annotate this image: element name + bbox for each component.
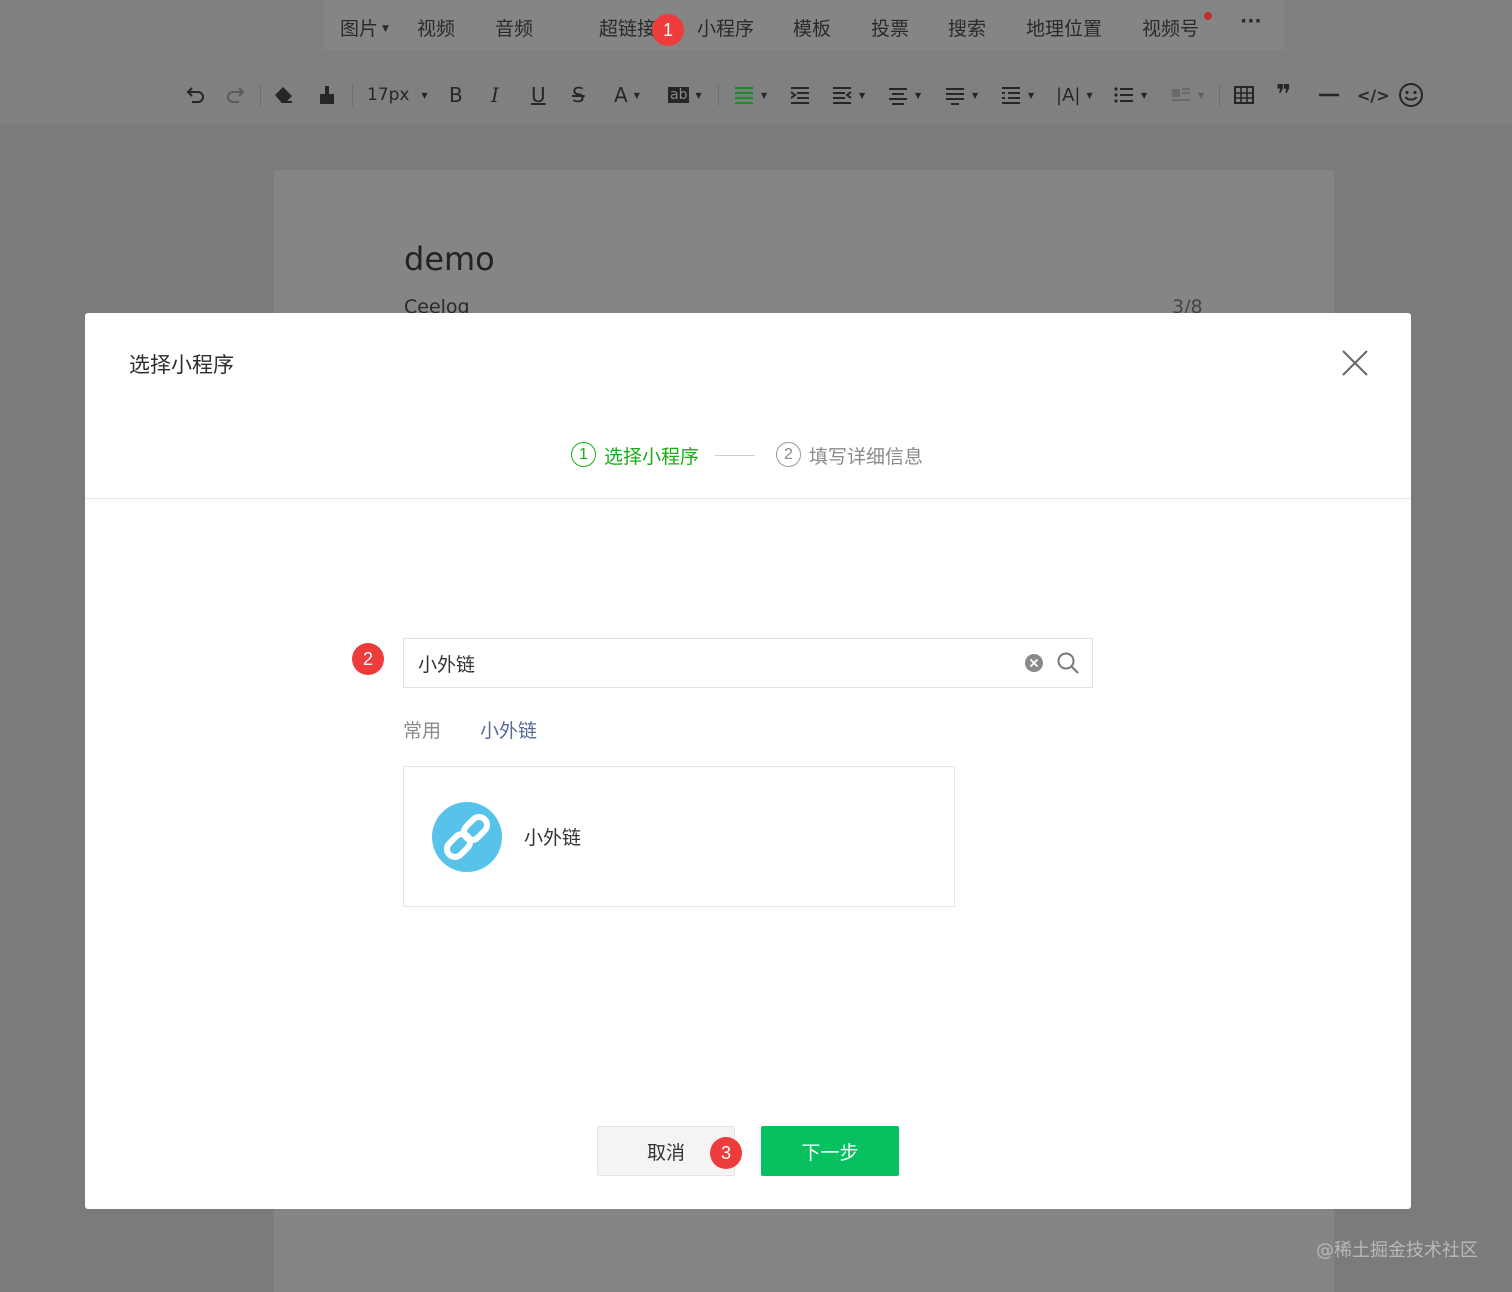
next-step-button[interactable]: 下一步 [761, 1126, 899, 1176]
miniprogram-search-input[interactable] [418, 639, 1008, 687]
caret-down-icon: ▼ [382, 24, 389, 34]
toolbar-divider [1219, 84, 1220, 106]
step-connector [715, 455, 755, 456]
caret-down-icon: ▼ [972, 90, 979, 100]
font-size-value: 17px [367, 85, 410, 105]
step-marker-1: 1 [652, 14, 684, 46]
clear-format-icon[interactable] [272, 82, 296, 108]
indent-right-icon[interactable]: ▼ [831, 82, 865, 108]
line-height-icon[interactable]: ▼ [944, 82, 978, 108]
dialog-title: 选择小程序 [129, 353, 234, 377]
background-color-button[interactable]: ab ▼ [668, 82, 702, 108]
format-painter-icon[interactable] [315, 82, 339, 108]
font-size-select[interactable]: 17px ▼ [367, 82, 428, 108]
insert-hyperlink[interactable]: 超链接 [599, 14, 656, 41]
new-dot-badge [1204, 12, 1212, 20]
bullet-list-icon[interactable]: ▼ [1113, 82, 1147, 108]
dialog-divider [85, 498, 1411, 499]
font-color-button[interactable]: A ▼ [614, 82, 640, 108]
insert-location[interactable]: 地理位置 [1026, 14, 1102, 41]
paragraph-spacing-icon[interactable]: ▼ [887, 82, 921, 108]
step-indicator: 1 选择小程序 2 填写详细信息 [85, 439, 1411, 473]
step-marker-3: 3 [710, 1137, 742, 1169]
insert-image-label: 图片 [340, 18, 379, 40]
search-icon[interactable] [1056, 651, 1080, 675]
select-miniprogram-dialog: 选择小程序 1 选择小程序 2 填写详细信息 2 常用 小外链 [85, 313, 1411, 1209]
blockquote-icon[interactable]: ❞ [1276, 80, 1291, 110]
align-justify-icon[interactable]: ▼ [733, 82, 767, 108]
insert-audio[interactable]: 音频 [495, 14, 533, 41]
document-title[interactable]: demo [404, 240, 495, 278]
tab-search-result[interactable]: 小外链 [480, 716, 537, 743]
strikethrough-button[interactable]: S [572, 82, 585, 108]
caret-down-icon: ▼ [1086, 90, 1093, 100]
text-indent-icon[interactable]: ▼ [1000, 82, 1034, 108]
font-color-glyph: A [614, 83, 628, 107]
format-toolbar: 17px ▼ B I U S A ▼ ab ▼ ▼ ▼ ▼ ▼ ▼ |A| ▼ ▼ ▼ [0, 70, 1512, 120]
step-marker-2: 2 [352, 643, 384, 675]
caret-down-icon: ▼ [695, 90, 702, 100]
italic-button[interactable]: I [491, 82, 499, 108]
underline-button[interactable]: U [531, 82, 546, 108]
step-1-label: 选择小程序 [604, 446, 700, 468]
caret-down-icon: ▼ [421, 90, 428, 100]
watermark-text: @稀土掘金技术社区 [1316, 1240, 1478, 1261]
tab-common[interactable]: 常用 [403, 716, 441, 743]
caret-down-icon: ▼ [1028, 90, 1035, 100]
step-2-label: 填写详细信息 [809, 446, 924, 468]
insert-search[interactable]: 搜索 [948, 14, 986, 41]
horizontal-rule-icon[interactable] [1318, 82, 1340, 108]
undo-icon[interactable] [183, 82, 207, 108]
toolbar-divider [352, 84, 353, 106]
toolbar-divider [718, 84, 719, 106]
insert-video[interactable]: 视频 [417, 14, 455, 41]
redo-icon[interactable] [224, 82, 248, 108]
caret-down-icon: ▼ [633, 90, 640, 100]
more-menu-icon[interactable]: ··· [1240, 10, 1262, 32]
insert-template[interactable]: 模板 [793, 14, 831, 41]
miniprogram-name: 小外链 [524, 827, 582, 849]
miniprogram-result-card[interactable]: 小外链 [403, 766, 955, 907]
insert-vote[interactable]: 投票 [871, 14, 909, 41]
caret-down-icon: ▼ [761, 90, 768, 100]
float-image-icon: ▼ [1170, 82, 1204, 108]
caret-down-icon: ▼ [1141, 90, 1148, 100]
bg-color-glyph: ab [668, 87, 690, 103]
toolbar-divider [260, 84, 261, 106]
letter-spacing-icon[interactable]: |A| ▼ [1056, 82, 1093, 108]
table-icon[interactable] [1233, 82, 1255, 108]
editor-top-bar: 图片 ▼ 视频 音频 超链接 小程序 模板 投票 搜索 地理位置 视频号 ··· … [0, 0, 1512, 124]
insert-channels[interactable]: 视频号 [1142, 14, 1199, 41]
close-icon[interactable] [1335, 343, 1375, 383]
bold-button[interactable]: B [449, 82, 463, 108]
emoji-icon[interactable] [1398, 82, 1424, 108]
caret-down-icon: ▼ [915, 90, 922, 100]
insert-miniprogram[interactable]: 小程序 [697, 14, 754, 41]
code-icon[interactable]: </> [1357, 82, 1390, 108]
step-1-number: 1 [571, 442, 596, 467]
insert-image-menu[interactable]: 图片 ▼ [340, 14, 389, 41]
link-icon [432, 802, 502, 872]
caret-down-icon: ▼ [1198, 90, 1205, 100]
caret-down-icon: ▼ [859, 90, 866, 100]
indent-left-icon[interactable] [789, 82, 811, 108]
miniprogram-search-box [403, 638, 1093, 688]
insert-menu: 图片 ▼ 视频 音频 超链接 小程序 模板 投票 搜索 地理位置 视频号 ··· [324, 0, 1284, 50]
clear-input-icon[interactable] [1024, 653, 1044, 673]
step-2-number: 2 [776, 442, 801, 467]
